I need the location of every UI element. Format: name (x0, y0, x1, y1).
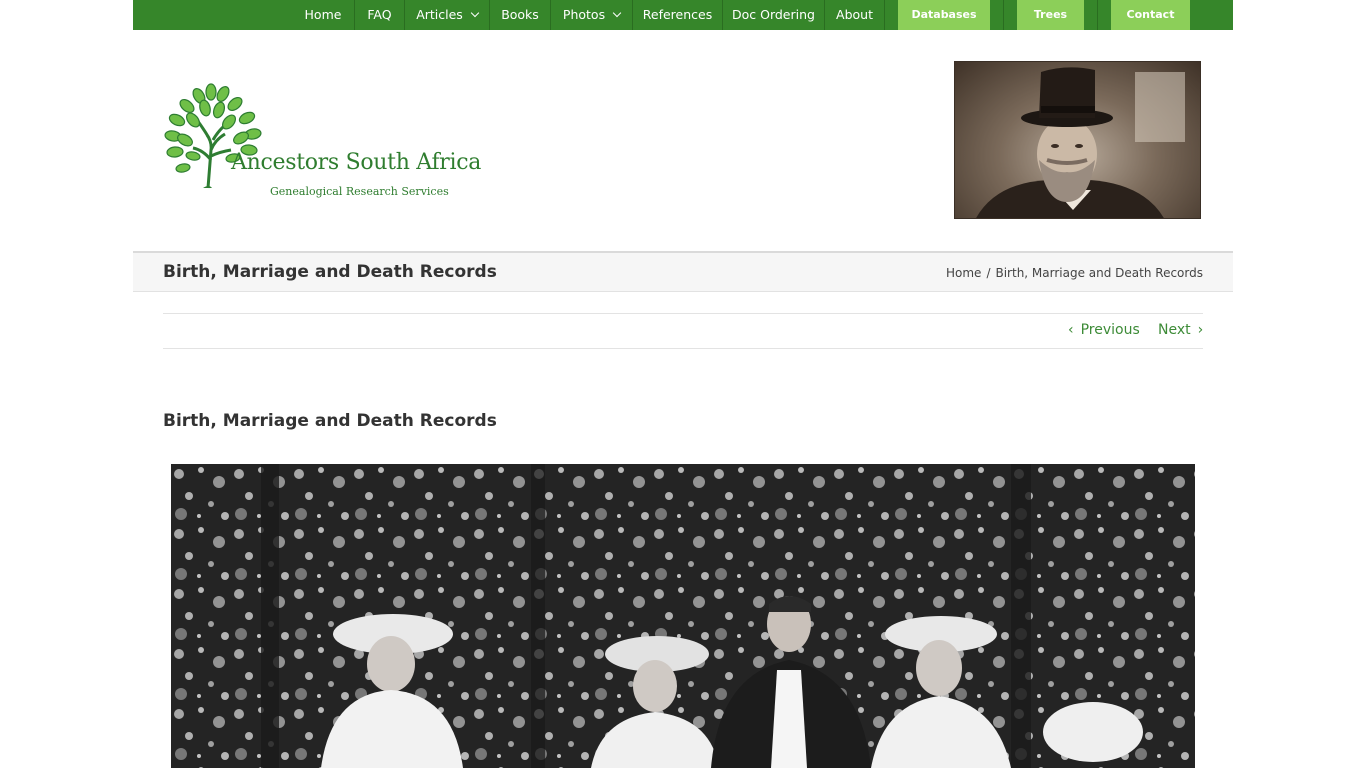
nav-books-label: Books (501, 7, 539, 22)
nav-divider (1097, 0, 1098, 30)
breadcrumb-current: Birth, Marriage and Death Records (995, 266, 1203, 280)
nav-photos[interactable]: Photos (551, 0, 632, 30)
nav-about-label: About (836, 7, 873, 22)
contact-button-label: Contact (1126, 8, 1175, 21)
previous-label: Previous (1080, 322, 1140, 338)
page-title-bar: Birth, Marriage and Death Records Home / B… (133, 251, 1233, 292)
previous-link[interactable]: ‹ Previous (1068, 322, 1140, 338)
nav-articles-label: Articles (416, 7, 463, 22)
nav-doc-ordering-label: Doc Ordering (732, 7, 815, 22)
nav-divider (1003, 0, 1004, 30)
nav-home-label: Home (304, 7, 342, 22)
nav-about[interactable]: About (825, 0, 884, 30)
trees-button[interactable]: Trees (1017, 0, 1084, 30)
contact-button[interactable]: Contact (1111, 0, 1190, 30)
chevron-left-icon: ‹ (1068, 322, 1074, 338)
nav-photos-label: Photos (562, 7, 606, 22)
post-title: Birth, Marriage and Death Records (163, 411, 497, 431)
next-label: Next (1158, 322, 1191, 338)
wedding-group-photo (171, 464, 1195, 768)
logo-subtitle: Genealogical Research Services (270, 185, 449, 198)
divider (163, 313, 1203, 314)
page-title: Birth, Marriage and Death Records (163, 262, 497, 282)
nav-references[interactable]: References (633, 0, 722, 30)
breadcrumb-home-link[interactable]: Home (946, 266, 981, 280)
nav-articles[interactable]: Articles (405, 0, 489, 30)
nav-faq[interactable]: FAQ (355, 0, 404, 30)
nav-home[interactable]: Home (295, 0, 351, 30)
breadcrumb-separator: / (986, 266, 991, 280)
databases-button[interactable]: Databases (898, 0, 990, 30)
chevron-down-icon (612, 8, 622, 18)
chevron-down-icon (470, 8, 480, 18)
divider (163, 348, 1203, 349)
nav-divider (884, 0, 885, 30)
portrait-illustration (955, 62, 1200, 218)
next-link[interactable]: Next › (1158, 322, 1203, 338)
nav-books[interactable]: Books (490, 0, 550, 30)
tree-icon (164, 83, 262, 189)
header-portrait-image (954, 61, 1201, 219)
databases-button-label: Databases (911, 8, 977, 21)
chevron-right-icon: › (1197, 322, 1204, 338)
top-navigation: Home FAQ Articles Books Photos Reference… (133, 0, 1233, 30)
photo-illustration (171, 464, 1195, 768)
nav-faq-label: FAQ (367, 7, 392, 22)
breadcrumb: Home / Birth, Marriage and Death Records (946, 266, 1203, 280)
nav-doc-ordering[interactable]: Doc Ordering (723, 0, 824, 30)
trees-button-label: Trees (1033, 8, 1068, 21)
logo-title: Ancestors South Africa (231, 150, 482, 175)
site-logo[interactable]: Ancestors South Africa Genealogical Rese… (163, 80, 481, 205)
nav-references-label: References (642, 7, 713, 22)
